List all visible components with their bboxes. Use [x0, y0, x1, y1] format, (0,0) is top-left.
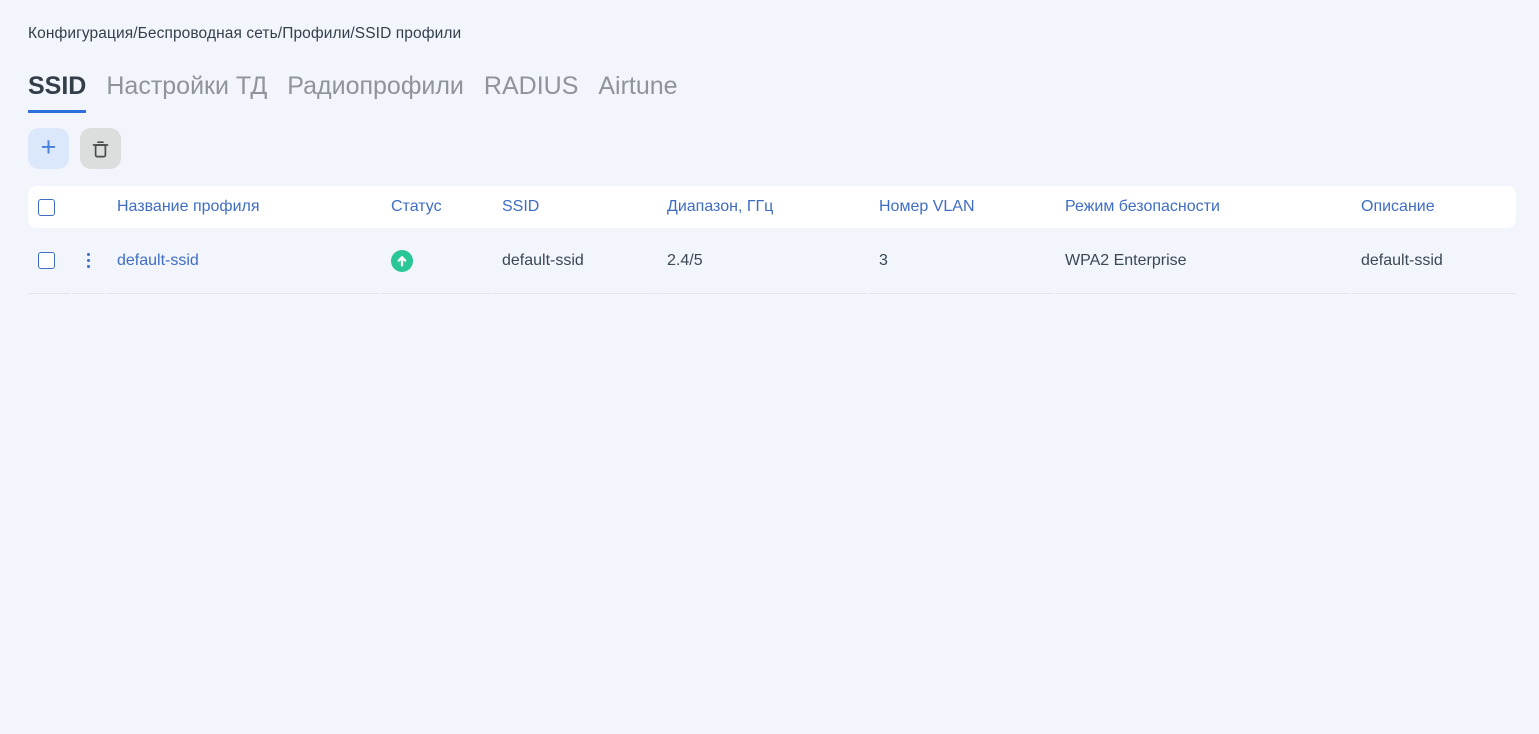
row-profile-name-cell: default-ssid: [107, 228, 379, 294]
row-vlan-cell: 3: [869, 228, 1053, 294]
table-header-row: Название профиля Статус SSID Диапазон, Г…: [28, 186, 1516, 228]
trash-icon: [91, 139, 110, 159]
header-profile-name: Название профиля: [117, 198, 260, 215]
table-row: default-ssid default-ssid 2.4/5 3 WPA2 E…: [28, 228, 1516, 294]
row-select-cell: [28, 228, 70, 294]
tab-airtune[interactable]: Airtune: [598, 72, 677, 113]
ssid-profiles-table: Название профиля Статус SSID Диапазон, Г…: [28, 186, 1516, 294]
tab-ap-settings[interactable]: Настройки ТД: [106, 72, 267, 113]
row-security-cell: WPA2 Enterprise: [1055, 228, 1349, 294]
toolbar: +: [28, 128, 121, 169]
header-actions-cell: [72, 186, 107, 228]
tab-radio-profiles[interactable]: Радиопрофили: [287, 72, 464, 113]
ssid-profiles-page: Конфигурация/Беспроводная сеть/Профили/S…: [0, 0, 1539, 734]
tab-ssid[interactable]: SSID: [28, 72, 87, 113]
header-ssid: SSID: [502, 198, 540, 215]
header-vlan: Номер VLAN: [879, 198, 975, 215]
header-security: Режим безопасности: [1065, 198, 1220, 215]
delete-profile-button[interactable]: [80, 128, 121, 169]
header-band: Диапазон, ГГц: [667, 198, 774, 215]
row-ssid-cell: default-ssid: [492, 228, 655, 294]
header-status: Статус: [391, 198, 442, 215]
kebab-menu-icon[interactable]: [83, 249, 95, 273]
profile-name-link[interactable]: default-ssid: [117, 252, 199, 270]
add-profile-button[interactable]: +: [28, 128, 69, 169]
row-description-cell: default-ssid: [1351, 228, 1516, 294]
header-description: Описание: [1361, 198, 1435, 215]
plus-icon: +: [40, 132, 57, 162]
tab-radius[interactable]: RADIUS: [484, 72, 578, 113]
select-all-checkbox[interactable]: [38, 198, 55, 216]
row-band-cell: 2.4/5: [657, 228, 867, 294]
header-select-all-cell: [28, 186, 72, 228]
tab-bar: SSID Настройки ТД Радиопрофили RADIUS Ai…: [28, 72, 678, 113]
status-up-icon: [391, 249, 413, 272]
row-status-cell: [381, 228, 490, 294]
row-checkbox[interactable]: [38, 252, 55, 269]
row-actions-cell: [72, 228, 105, 294]
breadcrumb: Конфигурация/Беспроводная сеть/Профили/S…: [28, 25, 462, 42]
